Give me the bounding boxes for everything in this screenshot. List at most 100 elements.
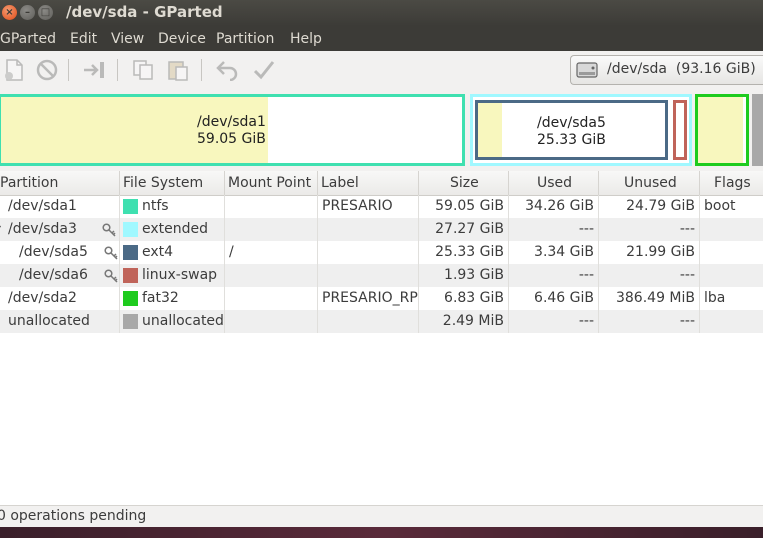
- cell-unused: ---: [599, 264, 700, 287]
- table-row[interactable]: unallocated unallocated 2.49 MiB --- ---: [0, 310, 763, 333]
- cell-unused: ---: [599, 310, 700, 333]
- cell-size: 1.93 GiB: [419, 264, 509, 287]
- diskmap-sda1-size: 59.05 GiB: [197, 131, 266, 147]
- close-window-button[interactable]: ×: [2, 5, 17, 20]
- cell-used: 6.46 GiB: [509, 287, 599, 310]
- cell-label: [318, 264, 419, 287]
- cell-used: ---: [509, 310, 599, 333]
- cell-unused: 21.99 GiB: [599, 241, 700, 264]
- filesystem-color-swatch: [123, 268, 138, 283]
- cell-used: ---: [509, 264, 599, 287]
- toolbar-separator: [117, 59, 118, 81]
- toolbar: /dev/sda (93.16 GiB): [0, 51, 763, 90]
- partition-name: unallocated: [8, 313, 90, 329]
- table-row[interactable]: /dev/sda2 fat32 PRESARIO_RP 6.83 GiB 6.46 Gi…: [0, 287, 763, 310]
- cell-size: 6.83 GiB: [419, 287, 509, 310]
- toolbar-separator: [201, 59, 202, 81]
- menu-bar: GParted Edit View Device Partition Help: [0, 26, 763, 51]
- cell-filesystem: unallocated: [120, 310, 225, 333]
- diskmap-sda5[interactable]: /dev/sda5 25.33 GiB: [475, 100, 668, 160]
- col-header-mountpoint[interactable]: Mount Point: [225, 171, 318, 195]
- cell-size: 25.33 GiB: [419, 241, 509, 264]
- apply-icon[interactable]: [252, 59, 276, 81]
- cell-filesystem: ext4: [120, 241, 225, 264]
- diskmap-sda1[interactable]: /dev/sda1 59.05 GiB: [0, 94, 465, 166]
- col-header-unused[interactable]: Unused: [599, 171, 700, 195]
- key-lock-icon: [104, 268, 118, 283]
- table-row[interactable]: /dev/sda1 ntfs PRESARIO 59.05 GiB 34.26 GiB 2…: [0, 195, 763, 218]
- cell-partition: ▾ /dev/sda3: [0, 218, 120, 241]
- menu-device[interactable]: Device: [158, 31, 206, 47]
- cell-size: 27.27 GiB: [419, 218, 509, 241]
- partition-table: Partition File System Mount Point Label …: [0, 171, 763, 505]
- maximize-window-button[interactable]: □: [38, 5, 53, 20]
- window-title: /dev/sda - GParted: [66, 3, 223, 21]
- table-row[interactable]: /dev/sda5 ext4 / 25.33 GiB 3.34 GiB 21.99 GiB: [0, 241, 763, 264]
- cell-unused: ---: [599, 218, 700, 241]
- cell-flags: [700, 218, 763, 241]
- minimize-window-button[interactable]: –: [20, 5, 35, 20]
- toolbar-separator: [68, 59, 69, 81]
- new-icon[interactable]: [2, 59, 26, 81]
- cell-size: 59.05 GiB: [419, 195, 509, 218]
- cell-label: [318, 241, 419, 264]
- col-header-used[interactable]: Used: [509, 171, 599, 195]
- cell-flags: lba: [704, 290, 726, 306]
- menu-partition[interactable]: Partition: [216, 31, 274, 47]
- cell-mountpoint: [225, 264, 318, 287]
- col-header-size[interactable]: Size: [419, 171, 509, 195]
- filesystem-color-swatch: [123, 245, 138, 260]
- expander-arrow-icon[interactable]: ▾: [0, 218, 1, 241]
- menu-view[interactable]: View: [111, 31, 144, 47]
- filesystem-color-swatch: [123, 314, 138, 329]
- device-selector[interactable]: /dev/sda (93.16 GiB): [570, 55, 763, 85]
- filesystem-color-swatch: [123, 199, 138, 214]
- cell-used: 34.26 GiB: [509, 195, 599, 218]
- menu-edit[interactable]: Edit: [70, 31, 97, 47]
- filesystem-name: extended: [142, 221, 209, 237]
- menu-help[interactable]: Help: [290, 31, 322, 47]
- cell-filesystem: fat32: [120, 287, 225, 310]
- cell-label: PRESARIO: [318, 195, 419, 218]
- diskmap-sda5-size: 25.33 GiB: [537, 132, 606, 148]
- diskmap-sda6[interactable]: [673, 100, 687, 160]
- diskmap-sda5-used: [478, 103, 503, 157]
- filesystem-color-swatch: [123, 291, 138, 306]
- cell-partition: /dev/sda5: [0, 241, 120, 264]
- menu-gparted[interactable]: GParted: [0, 31, 56, 47]
- filesystem-name: ntfs: [142, 198, 169, 214]
- cell-mountpoint: [225, 218, 318, 241]
- key-lock-icon: [104, 245, 118, 260]
- diskmap-sda3-extended[interactable]: /dev/sda5 25.33 GiB: [470, 94, 692, 166]
- cell-unused: 386.49 MiB: [599, 287, 700, 310]
- disk-graphic: /dev/sda1 59.05 GiB /dev/sda5 25.33 GiB: [0, 89, 763, 171]
- diskmap-unallocated[interactable]: [752, 94, 763, 166]
- col-header-flags[interactable]: Flags: [700, 171, 763, 195]
- cell-filesystem: linux-swap: [120, 264, 225, 287]
- cell-mountpoint: [225, 287, 318, 310]
- table-row[interactable]: /dev/sda6 linux-swap 1.93 GiB --- ---: [0, 264, 763, 287]
- key-lock-icon: [102, 222, 116, 237]
- diskmap-sda1-name: /dev/sda1: [197, 114, 266, 130]
- cell-flags: [700, 241, 763, 264]
- cell-mountpoint: /: [225, 241, 318, 264]
- col-header-filesystem[interactable]: File System: [120, 171, 225, 195]
- partition-name: /dev/sda2: [8, 290, 77, 306]
- hard-disk-icon: [576, 62, 598, 78]
- undo-icon[interactable]: [215, 59, 239, 81]
- cell-filesystem: ntfs: [120, 195, 225, 218]
- copy-icon[interactable]: [131, 59, 155, 81]
- table-row[interactable]: ▾/dev/sda3extended27.27 GiB------: [0, 218, 763, 241]
- col-header-label[interactable]: Label: [318, 171, 419, 195]
- col-header-partition[interactable]: Partition: [0, 171, 120, 195]
- cell-flags: boot: [704, 198, 736, 214]
- paste-icon[interactable]: [166, 59, 190, 81]
- resize-move-icon[interactable]: [82, 59, 106, 81]
- cell-used: ---: [509, 218, 599, 241]
- desktop-background: [0, 527, 763, 538]
- cell-used: 3.34 GiB: [509, 241, 599, 264]
- cell-filesystem: extended: [120, 218, 225, 241]
- diskmap-sda2[interactable]: [695, 94, 749, 166]
- delete-icon[interactable]: [35, 59, 59, 81]
- diskmap-sda2-used: [698, 97, 744, 163]
